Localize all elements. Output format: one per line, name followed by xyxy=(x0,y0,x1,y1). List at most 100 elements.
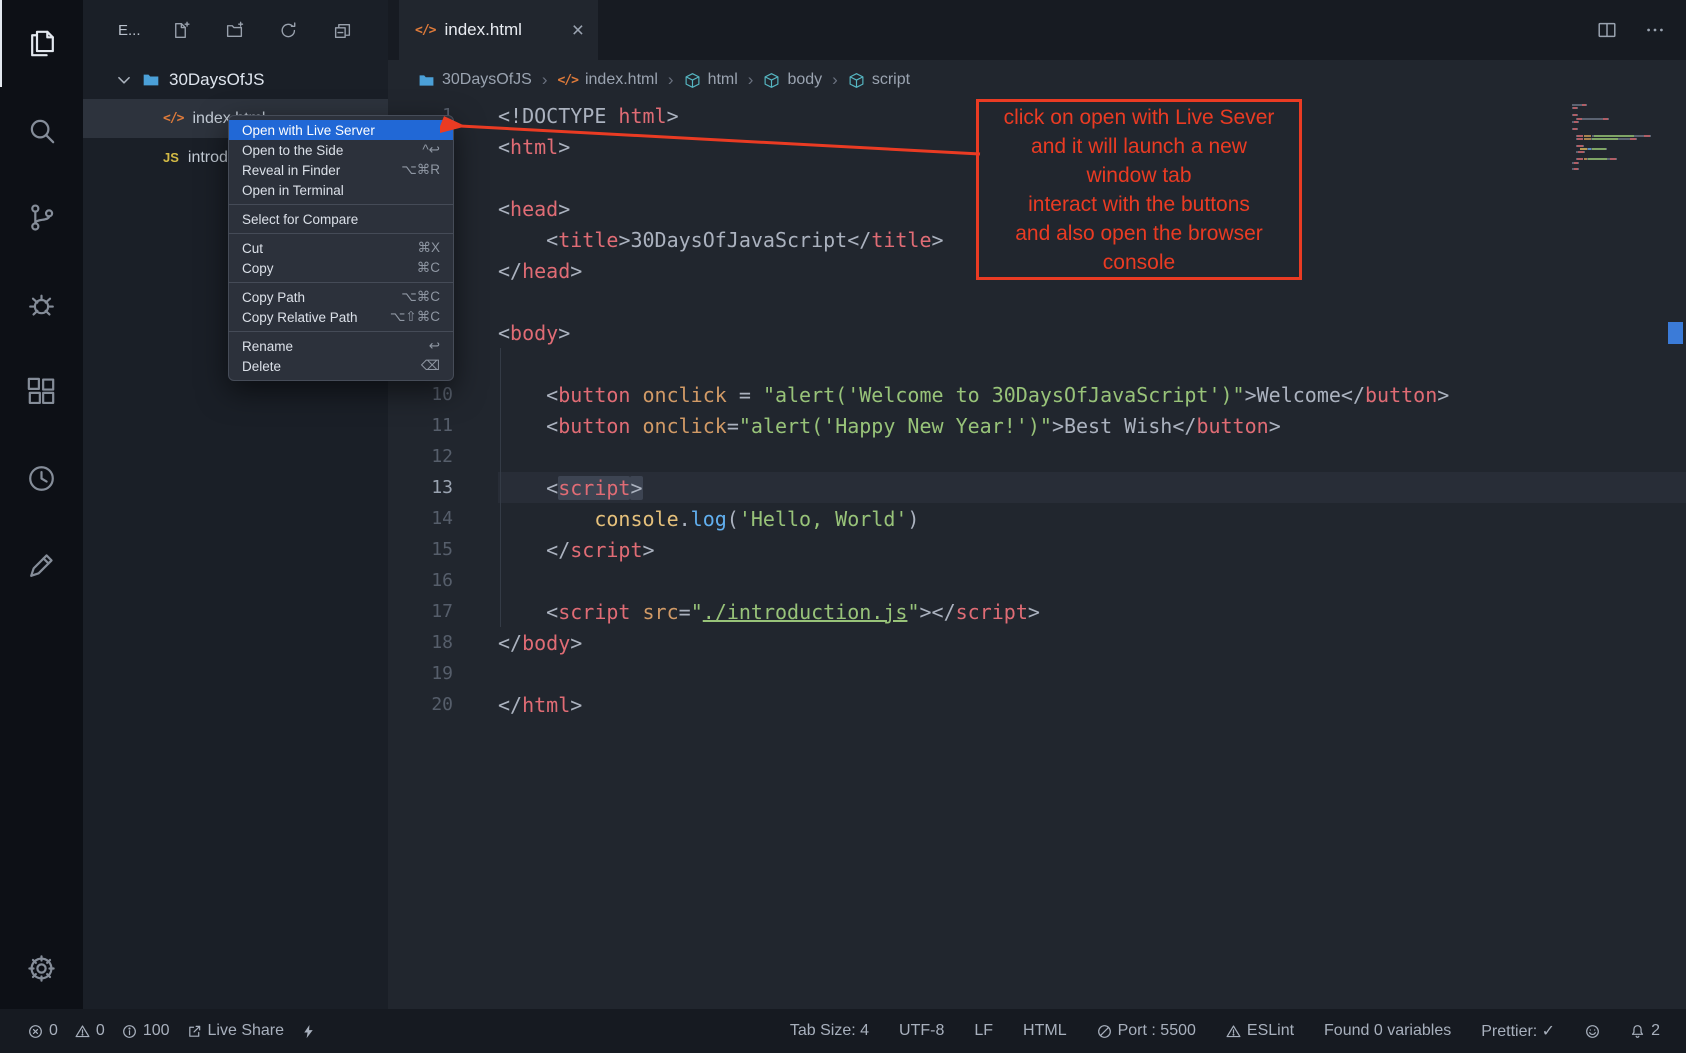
menu-item-cut[interactable]: Cut⌘X xyxy=(229,238,453,258)
annotation-box: click on open with Live Severand it will… xyxy=(976,99,1302,280)
breadcrumb-body[interactable]: body xyxy=(763,71,822,89)
code-line-11[interactable]: 11 <button onclick="alert('Happy New Yea… xyxy=(388,410,1686,441)
source-control-icon[interactable] xyxy=(0,174,83,261)
status-label: UTF-8 xyxy=(899,1022,944,1040)
eslint-icon xyxy=(1226,1024,1241,1039)
bell-icon xyxy=(1630,1024,1645,1039)
code-line-12[interactable]: 12 xyxy=(388,441,1686,472)
line-number: 11 xyxy=(388,415,453,436)
code-line-19[interactable]: 19 xyxy=(388,658,1686,689)
line-number: 13 xyxy=(388,477,453,498)
line-number: 17 xyxy=(388,601,453,622)
breadcrumb-file[interactable]: </> index.html xyxy=(557,71,657,89)
tab-bar: </> index.html × xyxy=(388,0,1686,60)
status-2[interactable]: 2 xyxy=(1630,1022,1660,1040)
line-number: 10 xyxy=(388,384,453,405)
menu-item-rename[interactable]: Rename↩ xyxy=(229,336,453,356)
status-port-5500[interactable]: Port : 5500 xyxy=(1097,1022,1196,1040)
tree-root-folder[interactable]: 30DaysOfJS xyxy=(83,60,388,99)
code-line-9[interactable]: 9 xyxy=(388,348,1686,379)
pen-icon[interactable] xyxy=(0,522,83,609)
menu-separator xyxy=(229,233,453,234)
status-tab-size-4[interactable]: Tab Size: 4 xyxy=(790,1022,869,1040)
status-0[interactable]: 0 xyxy=(28,1022,58,1040)
code-line-15[interactable]: 15 </script> xyxy=(388,534,1686,565)
history-icon[interactable] xyxy=(0,435,83,522)
code-file-icon: </> xyxy=(163,111,183,126)
status-live-share[interactable]: Live Share xyxy=(187,1022,285,1040)
menu-item-copy-path[interactable]: Copy Path⌥⌘C xyxy=(229,287,453,307)
new-folder-icon[interactable] xyxy=(225,21,244,40)
explorer-icon[interactable] xyxy=(0,0,83,87)
status-label: Live Share xyxy=(208,1022,285,1040)
breadcrumb-folder[interactable]: 30DaysOfJS xyxy=(418,71,532,89)
breadcrumb-html[interactable]: html xyxy=(684,71,738,89)
breadcrumb-label: index.html xyxy=(585,71,658,89)
menu-item-open-to-the-side[interactable]: Open to the Side^↩ xyxy=(229,140,453,160)
annotation-text: interact with the buttons xyxy=(1004,190,1275,219)
close-tab-icon[interactable]: × xyxy=(572,20,584,41)
collapse-all-icon[interactable] xyxy=(333,21,352,40)
status-label: LF xyxy=(974,1022,993,1040)
code-line-13[interactable]: 13 <script> xyxy=(388,472,1686,503)
status-html[interactable]: HTML xyxy=(1023,1022,1067,1040)
status-label: HTML xyxy=(1023,1022,1067,1040)
code-line-18[interactable]: 18</body> xyxy=(388,627,1686,658)
minimap[interactable] xyxy=(1572,104,1660,172)
code-line-8[interactable]: 8<body> xyxy=(388,317,1686,348)
menu-item-open-with-live-server[interactable]: Open with Live Server xyxy=(229,120,453,140)
code-line-20[interactable]: 20</html> xyxy=(388,689,1686,720)
extensions-icon[interactable] xyxy=(0,348,83,435)
debug-icon[interactable] xyxy=(0,261,83,348)
folder-icon xyxy=(142,71,160,89)
chevron-down-icon xyxy=(115,71,133,89)
search-icon[interactable] xyxy=(0,87,83,174)
scrollbar-marker[interactable] xyxy=(1668,322,1683,344)
breadcrumb-script[interactable]: script xyxy=(848,71,910,89)
split-editor-icon[interactable] xyxy=(1596,19,1618,41)
menu-separator xyxy=(229,204,453,205)
breadcrumb-separator: › xyxy=(830,70,840,90)
settings-icon[interactable] xyxy=(0,927,83,1009)
status-eslint[interactable]: ESLint xyxy=(1226,1022,1294,1040)
status-smiley[interactable] xyxy=(1585,1024,1600,1039)
breadcrumb-label: script xyxy=(872,71,910,89)
tab-index-html[interactable]: </> index.html × xyxy=(399,0,598,60)
bolt-icon xyxy=(301,1024,316,1039)
line-number: 15 xyxy=(388,539,453,560)
live-share-icon xyxy=(187,1024,202,1039)
menu-item-reveal-in-finder[interactable]: Reveal in Finder⌥⌘R xyxy=(229,160,453,180)
status-prettier[interactable]: Prettier: ✓ xyxy=(1481,1021,1555,1041)
code-line-16[interactable]: 16 xyxy=(388,565,1686,596)
breadcrumb: 30DaysOfJS › </> index.html › html › bod… xyxy=(388,60,1686,100)
status-0[interactable]: 0 xyxy=(75,1022,105,1040)
explorer-title: E... xyxy=(118,22,141,39)
status-label: Prettier: ✓ xyxy=(1481,1021,1555,1041)
code-line-14[interactable]: 14 console.log('Hello, World') xyxy=(388,503,1686,534)
menu-item-copy-relative-path[interactable]: Copy Relative Path⌥⇧⌘C xyxy=(229,307,453,327)
menu-item-open-in-terminal[interactable]: Open in Terminal xyxy=(229,180,453,200)
status-bolt[interactable] xyxy=(301,1024,316,1039)
refresh-icon[interactable] xyxy=(279,21,298,40)
status-label: Found 0 variables xyxy=(1324,1022,1451,1040)
explorer-header: E... xyxy=(83,0,388,60)
status-lf[interactable]: LF xyxy=(974,1022,993,1040)
status-utf-8[interactable]: UTF-8 xyxy=(899,1022,944,1040)
breadcrumb-separator: › xyxy=(746,70,756,90)
html-file-icon: </> xyxy=(415,23,435,38)
code-line-7[interactable]: 7 xyxy=(388,286,1686,317)
menu-separator xyxy=(229,331,453,332)
status-found-0-variables[interactable]: Found 0 variables xyxy=(1324,1022,1451,1040)
symbol-cube-icon xyxy=(763,72,780,89)
breadcrumb-separator: › xyxy=(540,70,550,90)
more-actions-icon[interactable] xyxy=(1644,19,1666,41)
activity-bar xyxy=(0,0,83,1009)
menu-item-delete[interactable]: Delete⌫ xyxy=(229,356,453,376)
code-line-17[interactable]: 17 <script src="./introduction.js"></scr… xyxy=(388,596,1686,627)
code-line-10[interactable]: 10 <button onclick = "alert('Welcome to … xyxy=(388,379,1686,410)
line-number: 12 xyxy=(388,446,453,467)
menu-item-copy[interactable]: Copy⌘C xyxy=(229,258,453,278)
status-100[interactable]: 100 xyxy=(122,1022,170,1040)
new-file-icon[interactable] xyxy=(171,21,190,40)
menu-item-select-for-compare[interactable]: Select for Compare xyxy=(229,209,453,229)
